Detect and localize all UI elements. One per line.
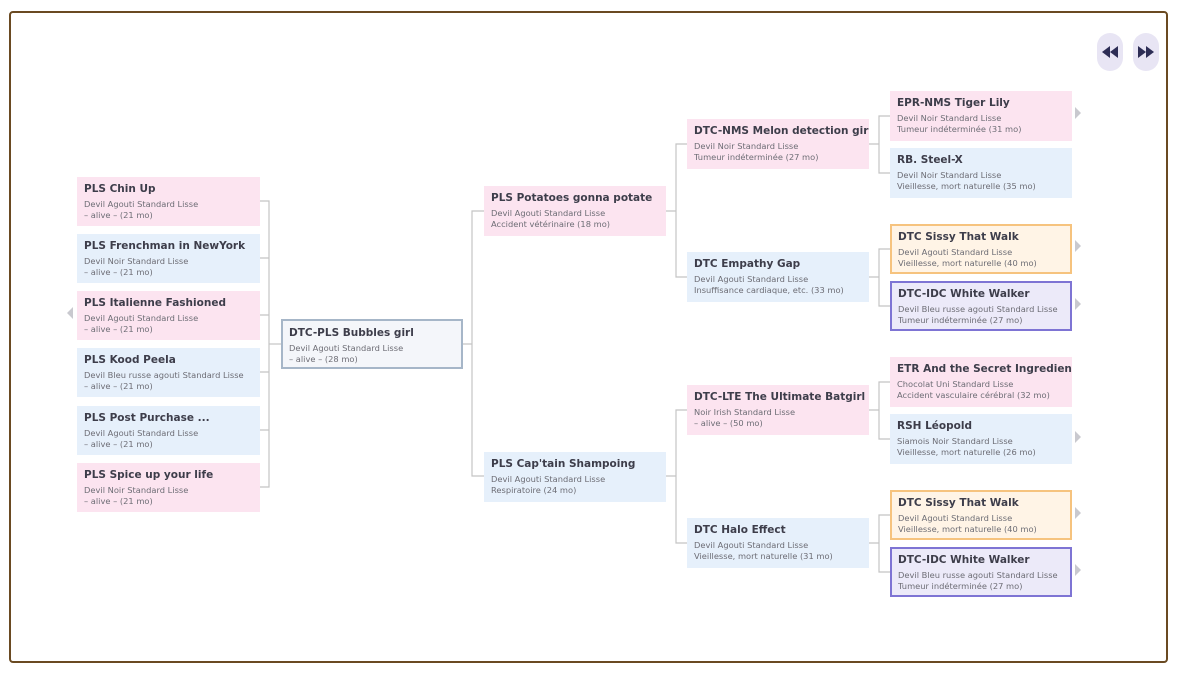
animal-name: RSH Léopold (897, 420, 972, 432)
animal-status: Tumeur indéterminée (31 mo) (897, 124, 1022, 134)
animal-status: Vieillesse, mort naturelle (40 mo) (898, 258, 1037, 268)
great-grandparent-card[interactable]: DTC Sissy That Walk Devil Agouti Standar… (890, 490, 1072, 540)
animal-status: Vieillesse, mort naturelle (26 mo) (897, 447, 1036, 457)
animal-name: DTC-LTE The Ultimate Batgirl (694, 391, 866, 403)
animal-variety: Devil Agouti Standard Lisse (898, 247, 1013, 257)
animal-name: DTC-NMS Melon detection girl (694, 125, 869, 137)
expand-right-arrow[interactable] (1075, 298, 1081, 310)
expand-right-arrow[interactable] (1075, 564, 1081, 576)
animal-name: PLS Spice up your life (84, 469, 214, 481)
great-grandparent-card[interactable]: RB. Steel-X Devil Noir Standard Lisse Vi… (890, 148, 1072, 198)
animal-status: Accident vasculaire cérébral (32 mo) (897, 390, 1050, 400)
great-grandparent-card[interactable]: ETR And the Secret Ingredient Chocolat U… (890, 357, 1072, 407)
animal-variety: Chocolat Uni Standard Lisse (897, 379, 1014, 389)
animal-status: Tumeur indéterminée (27 mo) (694, 152, 819, 162)
animal-status: Tumeur indéterminée (27 mo) (898, 581, 1023, 591)
animal-variety: Noir Irish Standard Lisse (694, 407, 796, 417)
animal-variety: Devil Noir Standard Lisse (897, 113, 1002, 123)
animal-status: – alive – (21 mo) (84, 324, 153, 334)
animal-name: DTC-PLS Bubbles girl (289, 327, 414, 339)
animal-variety: Devil Agouti Standard Lisse (84, 428, 199, 438)
animal-name: PLS Italienne Fashioned (84, 297, 226, 309)
animal-status: – alive – (21 mo) (84, 210, 153, 220)
animal-variety: Devil Agouti Standard Lisse (898, 513, 1013, 523)
animal-variety: Devil Agouti Standard Lisse (694, 274, 809, 284)
animal-name: PLS Frenchman in NewYork (84, 240, 246, 252)
animal-name: DTC Halo Effect (694, 524, 786, 536)
animal-variety: Devil Agouti Standard Lisse (84, 313, 199, 323)
animal-status: Vieillesse, mort naturelle (31 mo) (694, 551, 833, 561)
expand-left-arrow[interactable] (67, 307, 73, 319)
great-grandparent-card[interactable]: DTC Sissy That Walk Devil Agouti Standar… (890, 224, 1072, 274)
animal-name: EPR-NMS Tiger Lily (897, 97, 1010, 109)
sibling-card[interactable]: PLS Kood Peela Devil Bleu russe agouti S… (77, 348, 260, 397)
animal-status: – alive – (28 mo) (289, 354, 358, 364)
expand-right-arrow[interactable] (1075, 507, 1081, 519)
animal-status: Vieillesse, mort naturelle (40 mo) (898, 524, 1037, 534)
animal-name: DTC-IDC White Walker (898, 554, 1030, 566)
great-grandparent-card[interactable]: EPR-NMS Tiger Lily Devil Noir Standard L… (890, 91, 1072, 141)
animal-status: Tumeur indéterminée (27 mo) (898, 315, 1023, 325)
sibling-card[interactable]: PLS Chin Up Devil Agouti Standard Lisse … (77, 177, 260, 226)
sire-card[interactable]: PLS Potatoes gonna potate Devil Agouti S… (484, 186, 666, 236)
animal-status: – alive – (50 mo) (694, 418, 763, 428)
animal-name: PLS Chin Up (84, 183, 156, 195)
animal-name: PLS Kood Peela (84, 354, 176, 366)
animal-name: DTC-IDC White Walker (898, 288, 1030, 300)
animal-variety: Siamois Noir Standard Lisse (897, 436, 1013, 446)
animal-variety: Devil Noir Standard Lisse (84, 485, 189, 495)
animal-variety: Devil Agouti Standard Lisse (491, 474, 606, 484)
animal-name: PLS Potatoes gonna potate (491, 192, 653, 204)
animal-variety: Devil Agouti Standard Lisse (694, 540, 809, 550)
animal-status: – alive – (21 mo) (84, 496, 153, 506)
expand-right-arrow[interactable] (1075, 431, 1081, 443)
grandparent-card[interactable]: DTC Empathy Gap Devil Agouti Standard Li… (687, 252, 869, 302)
animal-status: Vieillesse, mort naturelle (35 mo) (897, 181, 1036, 191)
animal-variety: Devil Bleu russe agouti Standard Lisse (898, 570, 1058, 580)
animal-variety: Devil Noir Standard Lisse (694, 141, 799, 151)
expand-right-arrow[interactable] (1075, 240, 1081, 252)
sibling-card[interactable]: PLS Post Purchase ... Devil Agouti Stand… (77, 406, 260, 455)
animal-name: ETR And the Secret Ingredient (897, 363, 1072, 375)
animal-variety: Devil Agouti Standard Lisse (289, 343, 404, 353)
animal-variety: Devil Noir Standard Lisse (84, 256, 189, 266)
animal-name: PLS Post Purchase ... (84, 412, 210, 424)
animal-name: PLS Cap'tain Shampoing (491, 458, 636, 470)
animal-name: DTC Sissy That Walk (898, 497, 1019, 509)
animal-variety: Devil Bleu russe agouti Standard Lisse (898, 304, 1058, 314)
expand-right-arrow[interactable] (1075, 107, 1081, 119)
sibling-card[interactable]: PLS Spice up your life Devil Noir Standa… (77, 463, 260, 512)
great-grandparent-card[interactable]: DTC-IDC White Walker Devil Bleu russe ag… (890, 281, 1072, 331)
sibling-card[interactable]: PLS Italienne Fashioned Devil Agouti Sta… (77, 291, 260, 340)
animal-status: – alive – (21 mo) (84, 267, 153, 277)
animal-name: RB. Steel-X (897, 154, 963, 166)
animal-variety: Devil Bleu russe agouti Standard Lisse (84, 370, 244, 380)
great-grandparent-card[interactable]: RSH Léopold Siamois Noir Standard Lisse … (890, 414, 1072, 464)
animal-status: Insuffisance cardiaque, etc. (33 mo) (694, 285, 844, 295)
subject-card[interactable]: DTC-PLS Bubbles girl Devil Agouti Standa… (281, 319, 463, 369)
dam-card[interactable]: PLS Cap'tain Shampoing Devil Agouti Stan… (484, 452, 666, 502)
animal-variety: Devil Agouti Standard Lisse (491, 208, 606, 218)
great-grandparent-card[interactable]: DTC-IDC White Walker Devil Bleu russe ag… (890, 547, 1072, 597)
animal-name: DTC Empathy Gap (694, 258, 801, 270)
grandparent-card[interactable]: DTC-LTE The Ultimate Batgirl Noir Irish … (687, 385, 869, 435)
animal-status: – alive – (21 mo) (84, 381, 153, 391)
animal-status: Respiratoire (24 mo) (491, 485, 577, 495)
animal-name: DTC Sissy That Walk (898, 231, 1019, 243)
grandparent-card[interactable]: DTC-NMS Melon detection girl Devil Noir … (687, 119, 869, 169)
animal-status: – alive – (21 mo) (84, 439, 153, 449)
sibling-card[interactable]: PLS Frenchman in NewYork Devil Noir Stan… (77, 234, 260, 283)
animal-variety: Devil Noir Standard Lisse (897, 170, 1002, 180)
animal-status: Accident vétérinaire (18 mo) (491, 219, 611, 229)
animal-variety: Devil Agouti Standard Lisse (84, 199, 199, 209)
grandparent-card[interactable]: DTC Halo Effect Devil Agouti Standard Li… (687, 518, 869, 568)
